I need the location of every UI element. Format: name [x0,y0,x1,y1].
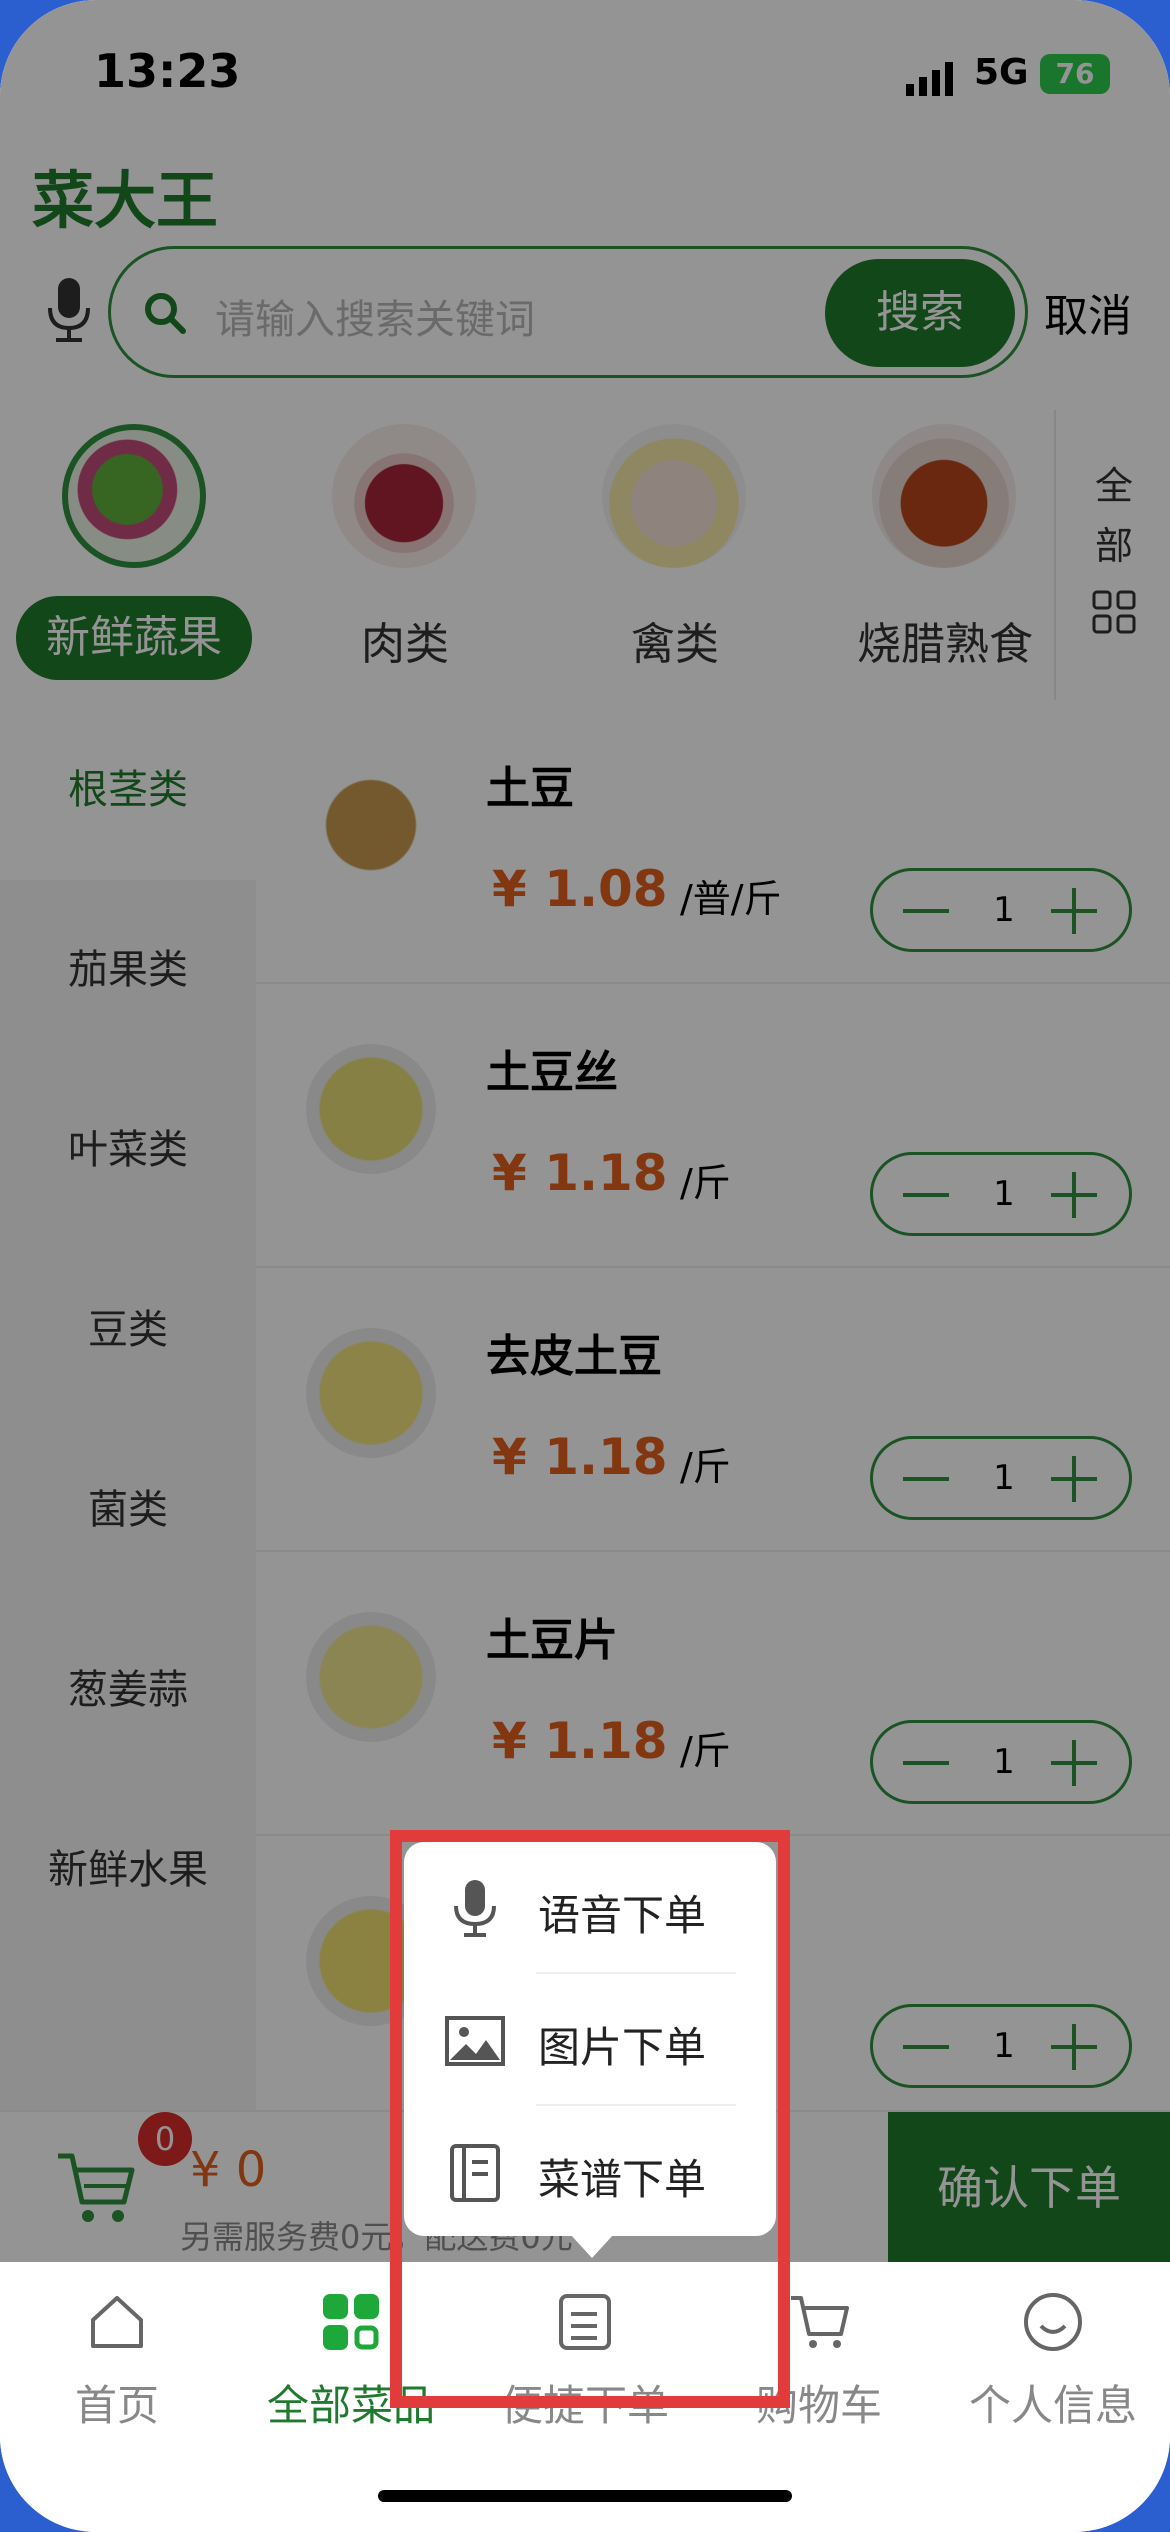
tab-profile[interactable]: 个人信息 [936,2290,1170,2440]
phone-screen: 13:23 5G 76 菜大王 请输入搜索关键词 搜索 取消 新鲜蔬果 肉类 禽… [0,0,1170,2532]
tab-home[interactable]: 首页 [0,2290,234,2440]
grid-icon [323,2294,379,2350]
home-indicator [378,2490,792,2502]
annotation-highlight-box [390,1830,790,2408]
smile-icon [1024,2293,1082,2351]
cart-icon [791,2296,849,2348]
tab-label: 个人信息 [968,2381,1137,2430]
home-icon [91,2296,143,2348]
tab-label: 首页 [74,2381,159,2430]
